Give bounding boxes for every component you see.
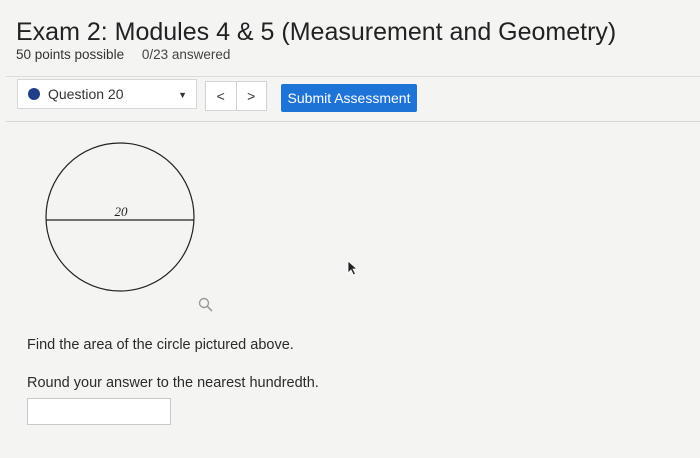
circle-figure: 20 [45, 142, 195, 292]
question-select[interactable]: Question 20 ▼ [17, 79, 197, 109]
answered-count: 0/23 answered [141, 47, 231, 62]
answer-input[interactable] [27, 398, 171, 425]
mouse-pointer-icon [347, 260, 359, 276]
question-prompt: Find the area of the circle pictured abo… [27, 337, 294, 353]
caret-down-icon: ▼ [178, 90, 187, 100]
question-select-label: Question 20 [48, 86, 124, 102]
status-dot-icon [28, 88, 40, 100]
points-possible: 50 points possible [16, 47, 125, 62]
page-title: Exam 2: Modules 4 & 5 (Measurement and G… [16, 18, 617, 46]
prev-question-button[interactable]: < [206, 82, 236, 110]
diameter-label: 20 [115, 204, 129, 219]
exam-meta: 50 points possible 0/23 answered [16, 47, 230, 62]
question-instruction: Round your answer to the nearest hundred… [27, 375, 319, 391]
question-nav: < > [205, 81, 267, 111]
next-question-button[interactable]: > [235, 82, 267, 110]
submit-assessment-button[interactable]: Submit Assessment [281, 84, 417, 112]
toolbar-divider-bottom [6, 121, 700, 122]
zoom-icon[interactable] [197, 296, 215, 314]
toolbar-divider-top [6, 76, 700, 77]
